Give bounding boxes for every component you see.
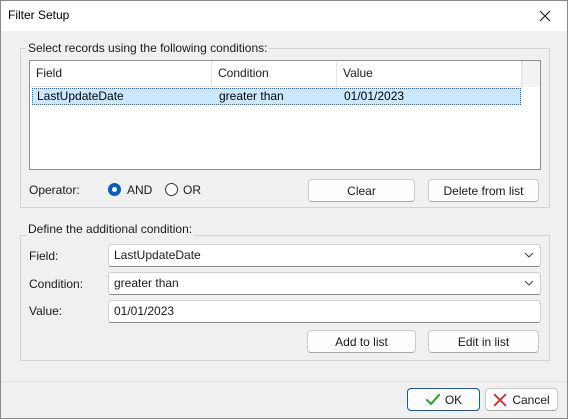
column-header-field[interactable]: Field [30, 61, 212, 86]
ok-button[interactable]: OK [407, 388, 480, 411]
value-label: Value: [29, 304, 63, 318]
operator-and-label[interactable]: AND [127, 183, 152, 197]
condition-label: Condition: [29, 277, 84, 291]
row-condition-cell: greater than [219, 89, 284, 103]
row-field-cell: LastUpdateDate [37, 89, 124, 103]
column-header-value[interactable]: Value [337, 61, 522, 86]
filter-setup-dialog: Filter Setup Select records using the fo… [0, 0, 568, 419]
operator-label: Operator: [29, 183, 80, 197]
window-title: Filter Setup [8, 8, 70, 22]
operator-and-radio[interactable] [108, 183, 121, 196]
field-select-value: LastUpdateDate [114, 248, 201, 262]
field-select[interactable]: LastUpdateDate [108, 244, 541, 267]
list-header: Field Condition Value [30, 61, 522, 87]
checkmark-icon [425, 393, 440, 405]
value-input[interactable]: 01/01/2023 [108, 300, 541, 323]
value-input-text: 01/01/2023 [114, 304, 175, 318]
edit-in-list-button[interactable]: Edit in list [428, 330, 539, 353]
condition-select[interactable]: greater than [108, 272, 541, 295]
conditions-list[interactable]: Field Condition Value LastUpdateDate gre… [29, 60, 541, 170]
condition-select-value: greater than [114, 276, 179, 290]
close-button[interactable] [523, 1, 567, 31]
define-condition-group-label: Define the additional condition: [26, 222, 195, 236]
footer-separator [1, 381, 567, 382]
cancel-x-icon [494, 393, 507, 406]
row-value-cell: 01/01/2023 [344, 89, 405, 103]
delete-from-list-button[interactable]: Delete from list [428, 179, 539, 202]
column-header-condition[interactable]: Condition [212, 61, 337, 86]
cancel-button[interactable]: Cancel [485, 388, 558, 411]
clear-button[interactable]: Clear [308, 179, 415, 202]
cancel-button-label: Cancel [512, 392, 550, 407]
operator-or-radio[interactable] [165, 183, 178, 196]
table-row[interactable]: LastUpdateDate greater than 01/01/2023 [32, 88, 521, 105]
operator-or-label[interactable]: OR [183, 183, 201, 197]
list-header-scroll-cap [522, 61, 540, 87]
conditions-group-label: Select records using the following condi… [26, 41, 270, 55]
chevron-down-icon [524, 280, 534, 286]
chevron-down-icon [524, 252, 534, 258]
add-to-list-button[interactable]: Add to list [307, 330, 416, 353]
title-bar: Filter Setup [1, 1, 567, 31]
field-label: Field: [29, 249, 59, 263]
close-icon [539, 10, 551, 22]
ok-button-label: OK [444, 392, 463, 407]
